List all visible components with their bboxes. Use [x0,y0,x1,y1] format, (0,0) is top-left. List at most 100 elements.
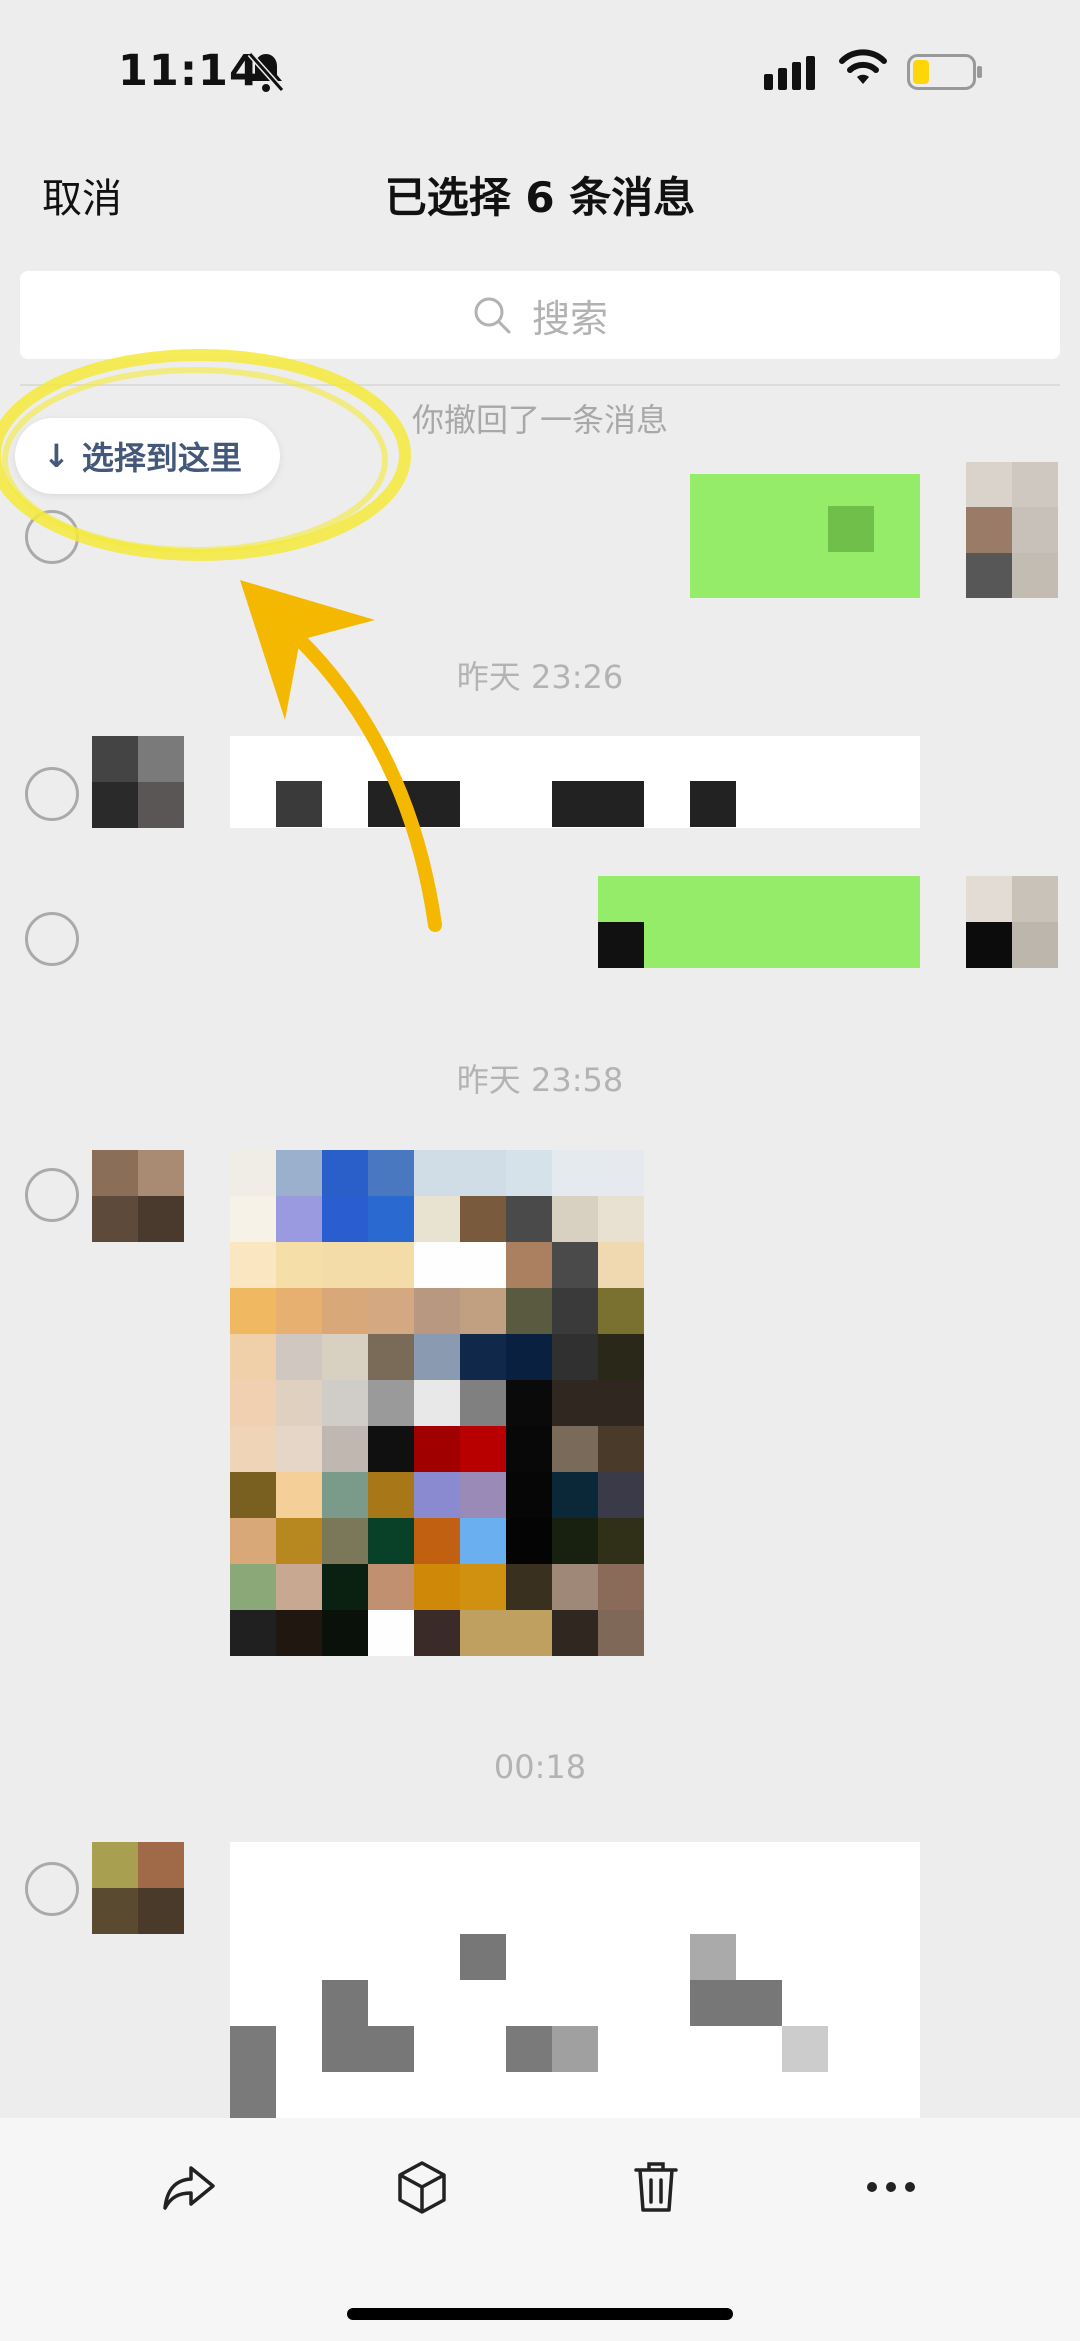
image-tile [230,1564,276,1610]
message-bubble[interactable] [230,1842,920,2118]
image-tile [276,1196,322,1242]
image-tile [368,1564,414,1610]
image-tile [506,1564,552,1610]
forward-icon [163,2166,215,2210]
image-tile [598,1150,644,1196]
message-bubble[interactable] [690,474,920,598]
image-tile [552,1150,598,1196]
image-tile [506,1242,552,1288]
image-tile [276,1564,322,1610]
blurred-content [552,781,644,827]
image-tile [230,1242,276,1288]
timestamp: 昨天 23:26 [456,658,624,696]
image-tile [230,1334,276,1380]
blurred-content [368,781,460,827]
avatar[interactable] [966,462,1058,598]
image-tile [276,1150,322,1196]
image-tile [368,1150,414,1196]
image-tile [552,1242,598,1288]
image-tile [276,1288,322,1334]
search-bar[interactable]: 搜索 [20,271,1060,359]
image-tile [322,1288,368,1334]
select-radio[interactable] [25,1862,79,1916]
image-tile [598,1518,644,1564]
image-tile [368,1380,414,1426]
image-tile [506,1610,552,1656]
image-tile [460,1150,506,1196]
more-icon [867,2182,915,2192]
image-tile [322,1150,368,1196]
message-bubble[interactable] [230,736,920,828]
image-tile [230,1150,276,1196]
avatar[interactable] [966,876,1058,968]
image-tile [460,1196,506,1242]
avatar[interactable] [92,736,184,828]
delete-button[interactable] [621,2152,691,2222]
select-radio[interactable] [25,767,79,821]
image-tile [552,1426,598,1472]
favorite-button[interactable] [387,2152,457,2222]
image-tile [368,1196,414,1242]
select-radio[interactable] [25,510,79,564]
select-radio[interactable] [25,1168,79,1222]
avatar[interactable] [92,1842,184,1934]
image-tile [506,1518,552,1564]
image-tile [460,1380,506,1426]
forward-button[interactable] [154,2152,224,2222]
image-tile [414,1242,460,1288]
blurred-content [782,2026,828,2072]
image-tile [506,1150,552,1196]
more-button[interactable] [856,2152,926,2222]
image-tile [322,1564,368,1610]
image-tile [598,1242,644,1288]
blurred-content [460,1934,506,1980]
image-tile [414,1334,460,1380]
image-tile [230,1288,276,1334]
trash-icon [634,2162,678,2212]
image-tile [552,1196,598,1242]
select-radio[interactable] [25,912,79,966]
image-tile [598,1380,644,1426]
search-icon [474,297,511,334]
image-tile [552,1334,598,1380]
cellular-signal-icon [764,56,815,90]
image-tile [460,1610,506,1656]
image-tile [322,1334,368,1380]
select-to-here-button[interactable]: ↓ 选择到这里 [15,418,280,494]
image-tile [276,1242,322,1288]
avatar[interactable] [92,1150,184,1242]
image-message[interactable] [230,1150,644,1656]
image-tile [322,1518,368,1564]
image-tile [322,1380,368,1426]
image-tile [414,1196,460,1242]
image-tile [506,1288,552,1334]
image-tile [460,1564,506,1610]
image-tile [598,1334,644,1380]
image-tile [460,1334,506,1380]
image-tile [552,1472,598,1518]
image-tile [552,1288,598,1334]
blurred-content [690,781,736,827]
message-bubble[interactable] [598,876,920,968]
box-icon [398,2161,446,2214]
status-time: 11:14 [118,46,260,96]
image-tile [368,1518,414,1564]
image-tile [460,1426,506,1472]
image-tile [414,1518,460,1564]
blurred-content [552,2026,598,2072]
divider [20,384,1060,386]
blurred-content [230,2026,276,2118]
image-tile [414,1380,460,1426]
image-tile [598,1288,644,1334]
blurred-content [506,2026,552,2072]
image-tile [414,1564,460,1610]
image-tile [414,1610,460,1656]
image-tile [322,1242,368,1288]
image-tile [368,1426,414,1472]
battery-low-icon [907,54,982,90]
image-tile [230,1472,276,1518]
blurred-content [690,1980,782,2026]
image-tile [460,1288,506,1334]
image-tile [276,1380,322,1426]
annotation-arrowhead [240,580,375,720]
